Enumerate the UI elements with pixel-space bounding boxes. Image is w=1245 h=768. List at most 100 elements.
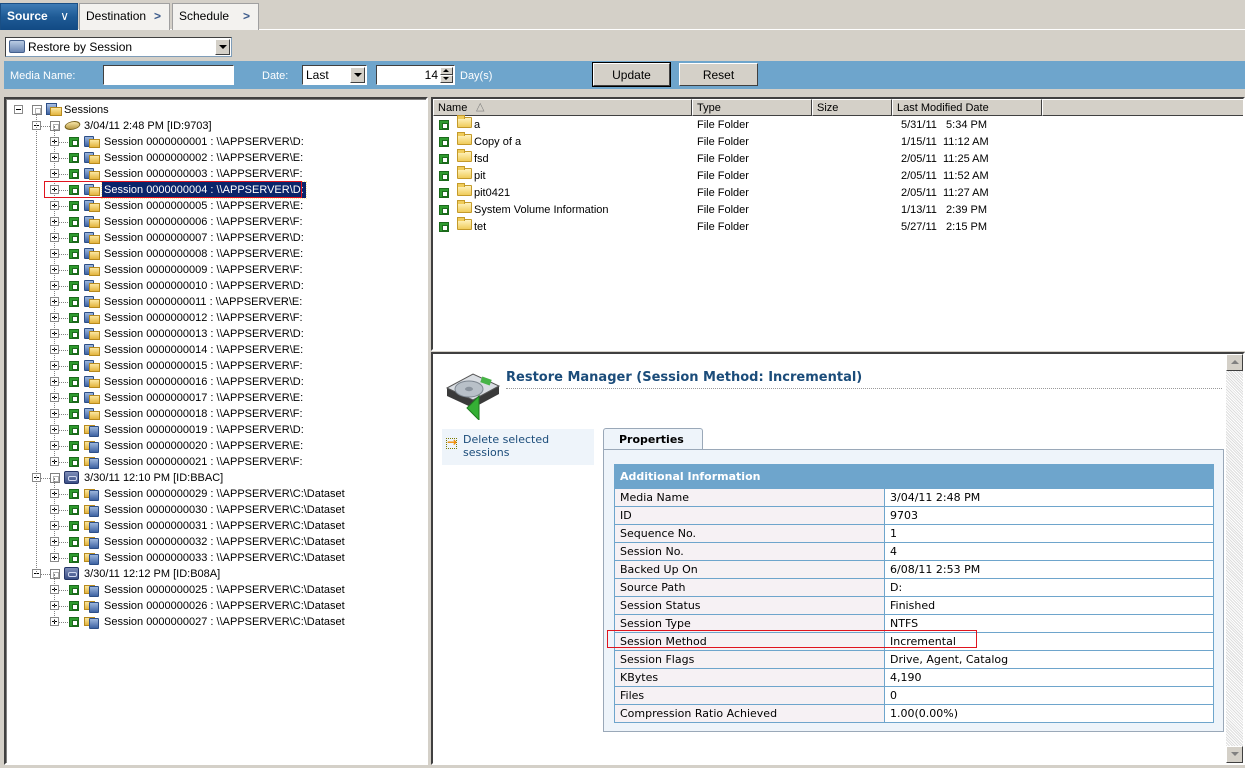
file-row[interactable]: tet File Folder 5/27/11 2:15 PM xyxy=(433,217,1243,236)
checkbox-checked[interactable] xyxy=(69,297,79,307)
checkbox-checked[interactable] xyxy=(69,329,79,339)
tree-session-node[interactable]: Session 0000000005 : \\APPSERVER\E: xyxy=(6,198,406,214)
date-mode-select[interactable]: Last xyxy=(302,65,367,85)
checkbox-checked[interactable] xyxy=(69,457,79,467)
tree-session-node[interactable]: Session 0000000007 : \\APPSERVER\D: xyxy=(6,230,406,246)
checkbox-checked[interactable] xyxy=(69,169,79,179)
tab-schedule[interactable]: Schedule > xyxy=(172,3,259,30)
tree-session-node[interactable]: Session 0000000017 : \\APPSERVER\E: xyxy=(6,390,406,406)
tree-session-node[interactable]: Session 0000000019 : \\APPSERVER\D: xyxy=(6,422,406,438)
checkbox-checked[interactable] xyxy=(439,120,449,130)
tree-session-node[interactable]: Session 0000000008 : \\APPSERVER\E: xyxy=(6,246,406,262)
checkbox-checked[interactable] xyxy=(439,137,449,147)
file-row[interactable]: pit File Folder 2/05/11 11:52 AM xyxy=(433,166,1243,185)
checkbox-checked[interactable] xyxy=(69,425,79,435)
tree-session-node[interactable]: Session 0000000001 : \\APPSERVER\D: xyxy=(6,134,406,150)
checkbox-checked[interactable] xyxy=(69,617,79,627)
restore-method-select[interactable]: Restore by Session xyxy=(5,37,232,57)
checkbox-checked[interactable] xyxy=(69,505,79,515)
update-button[interactable]: Update xyxy=(592,62,671,87)
checkbox-checked[interactable] xyxy=(69,233,79,243)
tree-session-node[interactable]: Session 0000000002 : \\APPSERVER\E: xyxy=(6,150,406,166)
tree-session-node[interactable]: Session 0000000032 : \\APPSERVER\C:\Data… xyxy=(6,534,406,550)
tree-session-node[interactable]: Session 0000000014 : \\APPSERVER\E: xyxy=(6,342,406,358)
checkbox[interactable] xyxy=(50,569,60,579)
delete-sessions-link[interactable]: Delete selected sessions xyxy=(463,433,573,459)
column-header-size[interactable]: Size xyxy=(812,99,892,116)
checkbox-checked[interactable] xyxy=(69,313,79,323)
column-header-modified[interactable]: Last Modified Date xyxy=(892,99,1042,116)
checkbox-checked[interactable] xyxy=(69,537,79,547)
scroll-down-icon[interactable] xyxy=(1226,746,1243,763)
checkbox-checked[interactable] xyxy=(439,188,449,198)
collapse-icon[interactable] xyxy=(14,105,23,114)
spin-up-icon[interactable] xyxy=(440,67,453,75)
checkbox-checked[interactable] xyxy=(69,409,79,419)
file-list[interactable]: Name △ Type Size Last Modified Date a Fil… xyxy=(431,97,1245,351)
spinner-buttons[interactable] xyxy=(440,67,453,83)
details-scrollbar[interactable] xyxy=(1226,354,1243,763)
dropdown-arrow-icon[interactable] xyxy=(215,39,230,55)
media-name-input[interactable] xyxy=(103,65,234,85)
file-row[interactable]: fsd File Folder 2/05/11 11:25 AM xyxy=(433,149,1243,168)
tab-properties[interactable]: Properties xyxy=(603,428,703,450)
tree-session-node[interactable]: Session 0000000009 : \\APPSERVER\F: xyxy=(6,262,406,278)
checkbox-checked[interactable] xyxy=(69,137,79,147)
delete-sessions-task[interactable]: Delete selected sessions xyxy=(442,429,594,465)
tree-session-node[interactable]: Session 0000000027 : \\APPSERVER\C:\Data… xyxy=(6,614,406,630)
column-header-type[interactable]: Type xyxy=(692,99,812,116)
checkbox-checked[interactable] xyxy=(69,377,79,387)
checkbox-checked[interactable] xyxy=(439,154,449,164)
tree-session-node[interactable]: Session 0000000013 : \\APPSERVER\D: xyxy=(6,326,406,342)
spin-down-icon[interactable] xyxy=(440,75,453,83)
checkbox-checked[interactable] xyxy=(69,345,79,355)
tree-session-node[interactable]: Session 0000000006 : \\APPSERVER\F: xyxy=(6,214,406,230)
tree-session-node[interactable]: Session 0000000003 : \\APPSERVER\F: xyxy=(6,166,406,182)
tree-session-node[interactable]: Session 0000000021 : \\APPSERVER\F: xyxy=(6,454,406,470)
checkbox-checked[interactable] xyxy=(439,171,449,181)
checkbox-checked[interactable] xyxy=(69,153,79,163)
tree-session-node[interactable]: Session 0000000011 : \\APPSERVER\E: xyxy=(6,294,406,310)
checkbox-checked[interactable] xyxy=(69,489,79,499)
checkbox-checked[interactable] xyxy=(69,601,79,611)
checkbox-checked[interactable] xyxy=(69,361,79,371)
checkbox-checked[interactable] xyxy=(69,217,79,227)
tree-session-node[interactable]: Session 0000000012 : \\APPSERVER\F: xyxy=(6,310,406,326)
checkbox[interactable] xyxy=(50,473,60,483)
tree-media-node[interactable]: 3/30/11 12:10 PM [ID:BBAC] xyxy=(6,470,406,486)
checkbox-checked[interactable] xyxy=(69,441,79,451)
tree-session-node[interactable]: Session 0000000015 : \\APPSERVER\F: xyxy=(6,358,406,374)
tree-session-node[interactable]: Session 0000000030 : \\APPSERVER\C:\Data… xyxy=(6,502,406,518)
tree-session-node[interactable]: Session 0000000025 : \\APPSERVER\C:\Data… xyxy=(6,582,406,598)
checkbox-checked[interactable] xyxy=(69,201,79,211)
checkbox-checked[interactable] xyxy=(439,205,449,215)
checkbox-checked[interactable] xyxy=(69,281,79,291)
checkbox-checked[interactable] xyxy=(69,393,79,403)
checkbox-checked[interactable] xyxy=(69,521,79,531)
checkbox-checked[interactable] xyxy=(69,265,79,275)
file-row[interactable]: a File Folder 5/31/11 5:34 PM xyxy=(433,115,1243,134)
tree-session-node[interactable]: Session 0000000020 : \\APPSERVER\E: xyxy=(6,438,406,454)
dropdown-arrow-icon[interactable] xyxy=(350,67,365,83)
session-tree[interactable]: Sessions 3/04/11 2:48 PM [ID:9703] Session… xyxy=(4,97,428,765)
checkbox-checked[interactable] xyxy=(69,585,79,595)
checkbox[interactable] xyxy=(32,105,42,115)
tab-destination[interactable]: Destination > xyxy=(79,3,170,30)
tree-session-node[interactable]: Session 0000000026 : \\APPSERVER\C:\Data… xyxy=(6,598,406,614)
tree-session-node[interactable]: Session 0000000018 : \\APPSERVER\F: xyxy=(6,406,406,422)
file-row[interactable]: System Volume Information File Folder 1/13… xyxy=(433,200,1243,219)
tree-session-node[interactable]: Session 0000000010 : \\APPSERVER\D: xyxy=(6,278,406,294)
tree-root[interactable]: Sessions xyxy=(6,102,406,118)
tree-session-node[interactable]: Session 0000000016 : \\APPSERVER\D: xyxy=(6,374,406,390)
reset-button[interactable]: Reset xyxy=(679,63,758,86)
tree-media-node[interactable]: 3/30/11 12:12 PM [ID:B08A] xyxy=(6,566,406,582)
checkbox-checked[interactable] xyxy=(69,249,79,259)
checkbox-checked[interactable] xyxy=(69,553,79,563)
scroll-up-icon[interactable] xyxy=(1226,354,1243,371)
tree-session-node[interactable]: Session 0000000033 : \\APPSERVER\C:\Data… xyxy=(6,550,406,566)
tree-session-node[interactable]: Session 0000000029 : \\APPSERVER\C:\Data… xyxy=(6,486,406,502)
tree-session-node[interactable]: Session 0000000031 : \\APPSERVER\C:\Data… xyxy=(6,518,406,534)
checkbox-checked[interactable] xyxy=(439,222,449,232)
tree-media-node[interactable]: 3/04/11 2:48 PM [ID:9703] xyxy=(6,118,406,134)
days-spinner[interactable]: 14 xyxy=(376,65,455,85)
